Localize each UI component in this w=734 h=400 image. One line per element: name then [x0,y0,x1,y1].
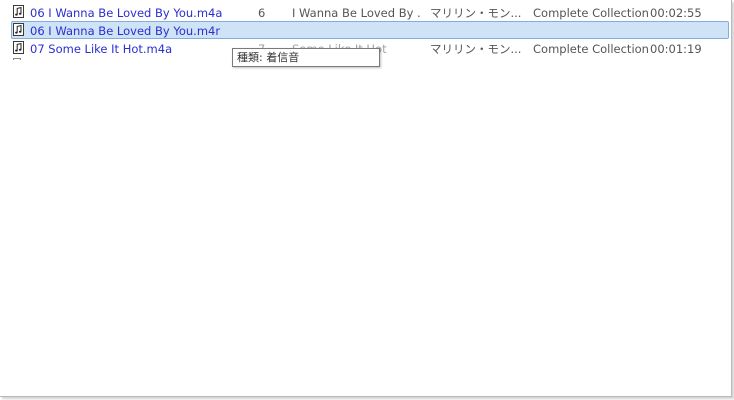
album-name: Complete Collection [533,42,648,56]
file-icon-partial [13,58,21,60]
artist-name: マリリン・モン... [430,6,522,20]
duration: 00:02:55 [650,6,702,20]
file-row[interactable]: 06 I Wanna Be Loved By You.m4a 6 I Wanna… [11,3,729,21]
file-explorer-window: 06 I Wanna Be Loved By You.m4a 6 I Wanna… [0,0,732,397]
music-file-icon [13,5,24,18]
file-type-tooltip: 種類: 着信音 [232,48,380,67]
file-name[interactable]: 06 I Wanna Be Loved By You.m4r [30,24,235,38]
file-row-selected[interactable]: 06 I Wanna Be Loved By You.m4r [11,21,729,39]
track-number: 6 [258,6,266,20]
music-file-icon [13,41,24,54]
song-title: I Wanna Be Loved By ... [292,6,422,20]
file-name[interactable]: 06 I Wanna Be Loved By You.m4a [30,6,235,20]
artist-name: マリリン・モン... [430,42,522,56]
duration: 00:01:19 [650,42,702,56]
album-name: Complete Collection [533,6,648,20]
file-name[interactable]: 07 Some Like It Hot.m4a [30,42,235,56]
music-file-icon [13,23,24,36]
